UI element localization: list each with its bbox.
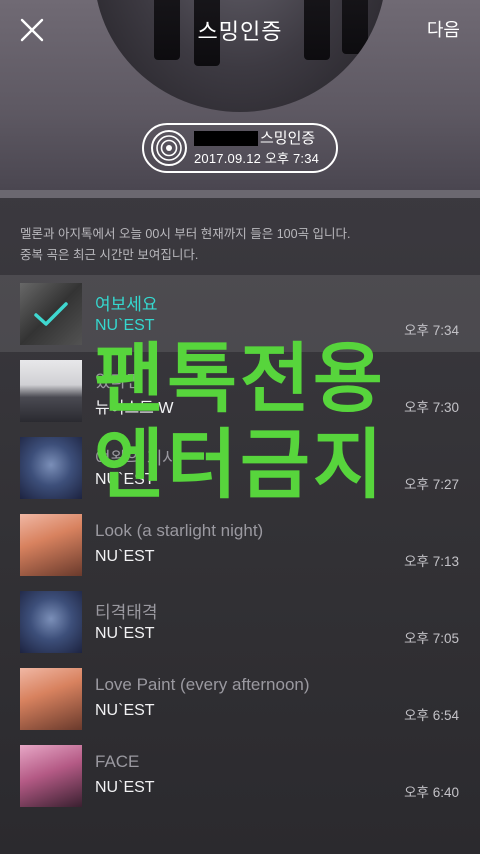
- song-row[interactable]: 여왕의 기사 NU`EST 오후 7:27: [0, 429, 480, 506]
- notice-line-1: 멜론과 아지톡에서 오늘 00시 부터 현재까지 들은 100곡 입니다.: [20, 227, 351, 241]
- song-title: FACE: [95, 752, 140, 771]
- song-artist: NU`EST: [95, 471, 155, 488]
- badge-title: 스밍인증: [260, 129, 316, 147]
- song-row[interactable]: 티격태격 NU`EST 오후 7:05: [0, 583, 480, 660]
- section-divider: [0, 190, 480, 198]
- song-time: 오후 7:05: [404, 631, 459, 646]
- song-artist: NU`EST: [95, 779, 155, 796]
- album-thumbnail: [20, 360, 82, 422]
- album-thumbnail: [20, 437, 82, 499]
- song-artist: 뉴이스트 W: [95, 400, 174, 417]
- song-title: 여보세요: [95, 295, 158, 314]
- song-artist: NU`EST: [95, 702, 155, 719]
- song-row[interactable]: Love Paint (every afternoon) NU`EST 오후 6…: [0, 660, 480, 737]
- song-row[interactable]: FACE NU`EST 오후 6:40: [0, 737, 480, 814]
- vinyl-disc-icon: [151, 130, 187, 166]
- song-title: 티격태격: [95, 603, 158, 622]
- album-thumbnail: [20, 745, 82, 807]
- close-button[interactable]: [14, 12, 50, 48]
- header-banner: 스밍인증 다음 스밍인증 2017.09.12 오후 7:34: [0, 0, 480, 190]
- song-artist: NU`EST: [95, 625, 155, 642]
- streaming-proof-badge: 스밍인증 2017.09.12 오후 7:34: [142, 123, 338, 173]
- song-time: 오후 6:40: [404, 785, 459, 800]
- song-row[interactable]: Look (a starlight night) NU`EST 오후 7:13: [0, 506, 480, 583]
- song-time: 오후 7:27: [404, 477, 459, 492]
- song-time: 오후 7:34: [404, 323, 459, 338]
- song-time: 오후 6:54: [404, 708, 459, 723]
- song-list: 여보세요 NU`EST 오후 7:34 있다면 뉴이스트 W 오후 7:30 여…: [0, 275, 480, 814]
- next-button[interactable]: 다음: [427, 16, 460, 42]
- page-title: 스밍인증: [197, 19, 283, 44]
- song-time: 오후 7:13: [404, 554, 459, 569]
- redacted-name: [194, 131, 258, 147]
- album-thumbnail: [20, 283, 82, 345]
- album-thumbnail: [20, 668, 82, 730]
- notice-line-2: 중복 곡은 최근 시간만 보여집니다.: [20, 248, 199, 262]
- song-row[interactable]: 여보세요 NU`EST 오후 7:34: [0, 275, 480, 352]
- badge-datetime: 2017.09.12 오후 7:34: [194, 150, 320, 166]
- check-icon: [34, 302, 68, 326]
- song-time: 오후 7:30: [404, 400, 459, 415]
- album-thumbnail: [20, 514, 82, 576]
- song-title: 여왕의 기사: [95, 449, 178, 468]
- notice-text: 멜론과 아지톡에서 오늘 00시 부터 현재까지 들은 100곡 입니다. 중복…: [20, 224, 460, 266]
- song-title: Look (a starlight night): [95, 521, 264, 540]
- song-row[interactable]: 있다면 뉴이스트 W 오후 7:30: [0, 352, 480, 429]
- song-artist: NU`EST: [95, 317, 155, 334]
- song-title: 있다면: [95, 372, 142, 391]
- song-title: Love Paint (every afternoon): [95, 675, 310, 694]
- close-icon: [20, 18, 44, 42]
- album-thumbnail: [20, 591, 82, 653]
- song-artist: NU`EST: [95, 548, 155, 565]
